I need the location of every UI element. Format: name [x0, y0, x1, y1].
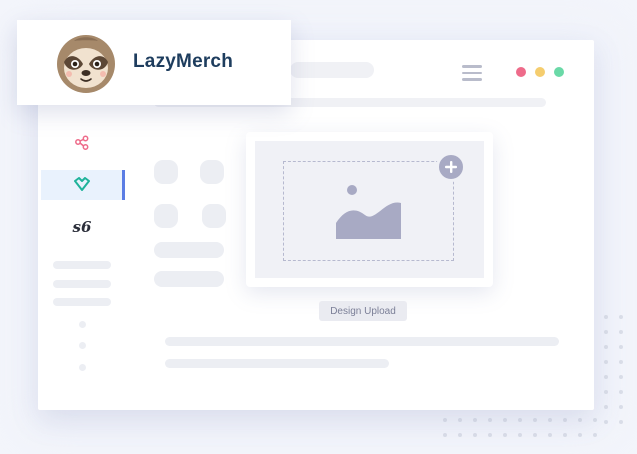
decorative-dot [458, 433, 462, 437]
sloth-logo-icon [57, 35, 115, 93]
decorative-dot [503, 418, 507, 422]
plus-icon [445, 161, 457, 173]
placeholder-square [200, 160, 224, 184]
decorative-dot [619, 360, 623, 364]
sidebar-item-share[interactable] [41, 128, 123, 158]
decorative-dot [578, 418, 582, 422]
decorative-dot [533, 418, 537, 422]
decorative-dot [443, 418, 447, 422]
decorative-dot [619, 315, 623, 319]
sidebar-placeholder-line [53, 298, 111, 306]
decorative-dot [619, 420, 623, 424]
decorative-dot [458, 418, 462, 422]
decorative-dot [604, 375, 608, 379]
brand-card: LazyMerch [17, 20, 291, 105]
placeholder-square [154, 160, 178, 184]
decorative-dot [503, 433, 507, 437]
decorative-dot [604, 345, 608, 349]
decorative-dot [593, 418, 597, 422]
decorative-dot [563, 433, 567, 437]
placeholder-square [154, 204, 178, 228]
decorative-dot [578, 433, 582, 437]
share-nodes-icon [75, 135, 89, 150]
decorative-dot [488, 433, 492, 437]
decorative-dot [593, 433, 597, 437]
decorative-dot [488, 418, 492, 422]
maximize-dot[interactable] [554, 67, 564, 77]
placeholder-square [202, 204, 226, 228]
sidebar-placeholder-line [53, 280, 111, 288]
decorative-dot [604, 405, 608, 409]
decorative-dot [604, 420, 608, 424]
decorative-dot [604, 315, 608, 319]
decorative-dot [604, 390, 608, 394]
decorative-dot [619, 390, 623, 394]
decorative-dot [518, 418, 522, 422]
sidebar-placeholder-dot [79, 364, 86, 371]
decorative-dot [619, 330, 623, 334]
decorative-dot [548, 433, 552, 437]
minimize-dot[interactable] [535, 67, 545, 77]
hamburger-menu-icon[interactable] [462, 65, 482, 85]
decorative-dot [619, 405, 623, 409]
sidebar-item-s6[interactable]: s6 [41, 212, 123, 242]
decorative-dot [563, 418, 567, 422]
decorative-dot [443, 433, 447, 437]
design-upload-label[interactable]: Design Upload [319, 301, 407, 321]
sidebar-placeholder-dot [79, 321, 86, 328]
decorative-dot [473, 418, 477, 422]
decorative-dot [548, 418, 552, 422]
decorative-dot [619, 345, 623, 349]
design-upload-card[interactable] [246, 132, 493, 287]
sidebar-placeholder-line [53, 261, 111, 269]
s6-logo-text: s6 [72, 218, 92, 236]
decorative-dot [473, 433, 477, 437]
add-design-button[interactable] [436, 152, 466, 182]
heart-diamond-icon [73, 177, 90, 191]
decorative-dot [604, 360, 608, 364]
decorative-dot [518, 433, 522, 437]
sidebar-placeholder-dot [79, 342, 86, 349]
address-bar-placeholder [290, 62, 374, 78]
decorative-dot [533, 433, 537, 437]
sidebar-item-favorites[interactable] [41, 170, 125, 200]
decorative-dot [604, 330, 608, 334]
content-placeholder-line [165, 359, 389, 368]
upload-dropzone[interactable] [255, 141, 484, 278]
placeholder-pill [154, 271, 224, 287]
close-dot[interactable] [516, 67, 526, 77]
content-placeholder-line [165, 337, 559, 346]
image-placeholder-icon [336, 185, 401, 239]
placeholder-pill [154, 242, 224, 258]
brand-name: LazyMerch [133, 51, 234, 72]
decorative-dot [619, 375, 623, 379]
